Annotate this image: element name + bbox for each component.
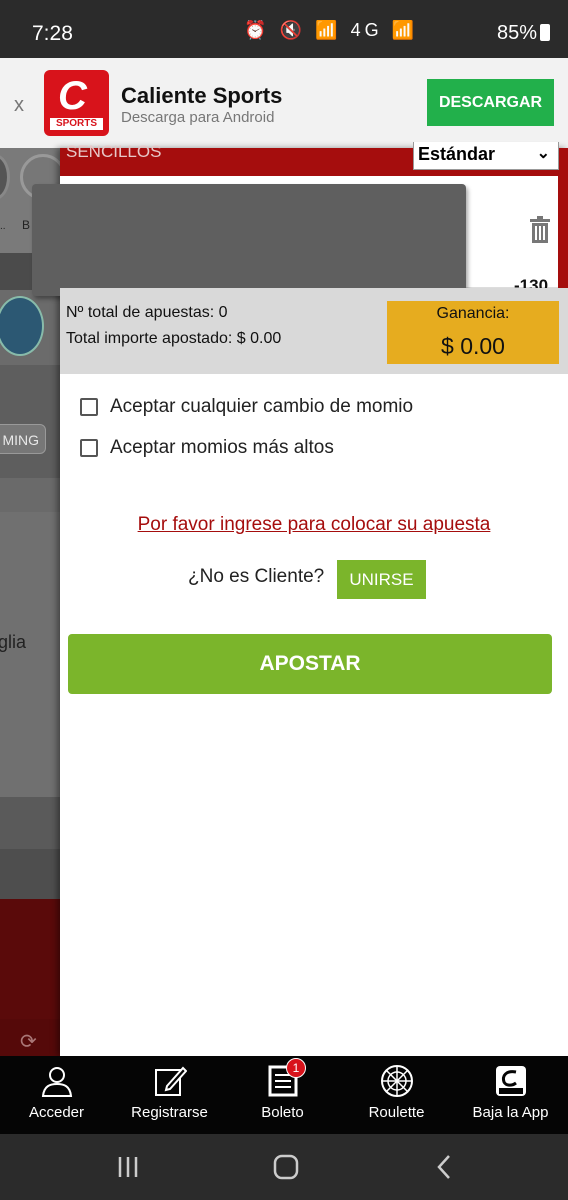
background-band <box>0 849 60 899</box>
background-avatar-label: .. <box>0 221 6 232</box>
background-avatar-label: B <box>22 218 31 232</box>
background-gaming-button: MING <box>0 424 46 454</box>
option-accept-any-change[interactable]: Aceptar cualquier cambio de momio <box>80 396 413 418</box>
bet-type-select[interactable]: Estándar ⌄ <box>413 142 559 170</box>
join-button[interactable]: UNIRSE <box>337 560 426 599</box>
option-label: Aceptar cualquier cambio de momio <box>110 396 414 417</box>
roulette-icon <box>381 1065 413 1097</box>
logo-letter: C <box>58 74 87 118</box>
app-logo-icon <box>496 1066 526 1096</box>
background-band <box>0 365 60 480</box>
refresh-icon: ⟳ <box>20 1031 37 1053</box>
banner-title: Caliente Sports <box>121 83 283 108</box>
nav-boleto[interactable]: Boleto <box>226 1056 339 1134</box>
battery-percent: 85% <box>496 22 537 44</box>
bet-type-value: Estándar <box>418 144 496 164</box>
place-bet-button[interactable]: APOSTAR <box>68 634 552 694</box>
caliente-logo: C SPORTS <box>44 70 109 136</box>
background-avatar <box>0 154 10 200</box>
nav-roulette[interactable]: Roulette <box>340 1056 453 1134</box>
banner-subtitle: Descarga para Android <box>121 109 275 126</box>
system-nav-bar <box>0 1134 568 1200</box>
ticket-count-badge: 1 <box>286 1058 306 1078</box>
login-link[interactable]: Por favor ingrese para colocar su apuest… <box>60 514 568 536</box>
redacted-overlay <box>32 184 466 296</box>
logo-text: SPORTS <box>50 118 103 130</box>
download-button[interactable]: DESCARGAR <box>427 79 554 126</box>
gain-value: $ 0.00 <box>441 333 505 359</box>
app-download-banner: x C SPORTS Caliente Sports Descarga para… <box>0 58 568 148</box>
background-band <box>0 899 60 1019</box>
background-band <box>0 478 60 512</box>
checkbox[interactable] <box>80 439 98 457</box>
nav-label: Baja la App <box>472 1104 549 1121</box>
background-band <box>0 512 60 797</box>
trash-icon[interactable] <box>528 216 552 244</box>
background-text: glia <box>0 632 27 652</box>
user-icon <box>41 1067 73 1097</box>
battery-icon <box>540 24 550 41</box>
banner-close-button[interactable]: x <box>14 94 24 117</box>
battery-indicator: 85% <box>497 22 550 45</box>
total-bets-label: Nº total de apuestas: 0 <box>66 304 228 321</box>
slip-side-bar <box>558 176 568 288</box>
home-icon[interactable] <box>271 1152 301 1182</box>
background-band <box>0 797 60 849</box>
nav-acceder[interactable]: Acceder <box>0 1056 113 1134</box>
back-icon[interactable] <box>430 1152 460 1182</box>
edit-icon <box>155 1066 187 1096</box>
status-icons: ⏰ 🔇 📶 4G 📶 <box>244 20 418 40</box>
bottom-nav: Acceder Registrarse Boleto Roulette Baja… <box>0 1056 568 1134</box>
nav-registrarse[interactable]: Registrarse <box>113 1056 226 1134</box>
gain-label: Ganancia: <box>436 305 510 322</box>
gain-box: Ganancia: $ 0.00 <box>387 301 559 364</box>
option-label: Aceptar momios más altos <box>110 437 334 458</box>
nav-label: Acceder <box>28 1104 85 1121</box>
nav-baja-la-app[interactable]: Baja la App <box>454 1056 567 1134</box>
not-client-text: ¿No es Cliente? <box>188 566 325 587</box>
status-time: 7:28 <box>32 22 73 45</box>
status-bar: 7:28 ⏰ 🔇 📶 4G 📶 85% <box>0 0 568 58</box>
recent-apps-icon[interactable] <box>113 1152 143 1182</box>
nav-label: Roulette <box>368 1104 425 1121</box>
bet-slip-panel: SENCILLOS Estándar ⌄ -130 Nº total de ap… <box>32 142 568 1056</box>
bet-summary: Nº total de apuestas: 0 Total importe ap… <box>60 288 568 374</box>
nav-label: Registrarse <box>131 1104 208 1121</box>
option-accept-higher-odds[interactable]: Aceptar momios más altos <box>80 437 334 459</box>
chevron-down-icon: ⌄ <box>536 145 550 162</box>
slip-header-label: SENCILLOS <box>66 142 162 161</box>
checkbox[interactable] <box>80 398 98 416</box>
nav-label: Boleto <box>261 1104 304 1121</box>
total-amount-label: Total importe apostado: $ 0.00 <box>66 330 282 347</box>
